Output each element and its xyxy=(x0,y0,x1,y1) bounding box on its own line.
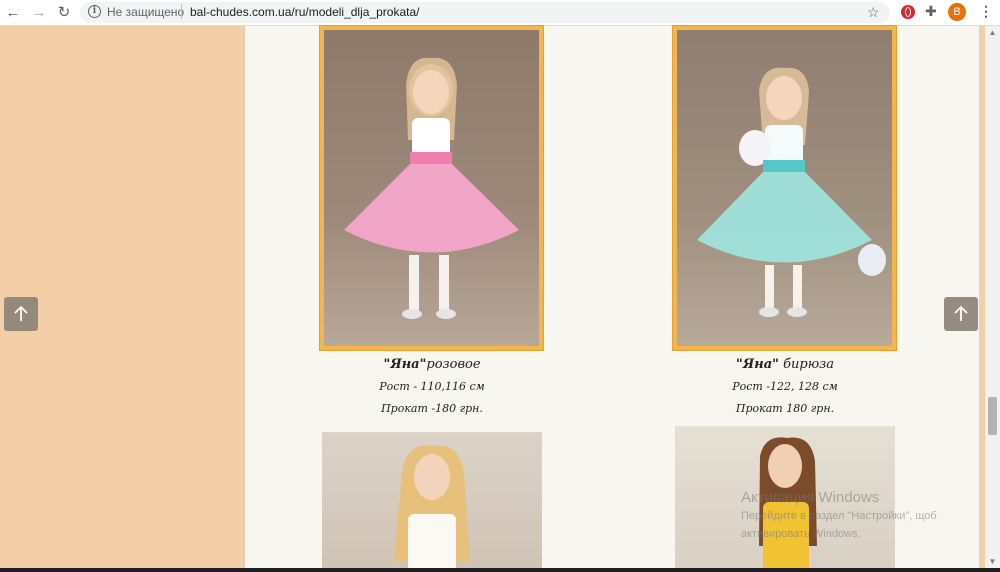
url-text[interactable]: bal-chudes.com.ua/ru/modeli_dlja_prokata… xyxy=(190,5,419,19)
girl-white-dress-image xyxy=(394,445,470,572)
scroll-to-top-button[interactable] xyxy=(4,297,38,331)
star-icon[interactable]: ☆ xyxy=(867,4,880,21)
windows-activation-watermark: Активация Windows Перейдите в раздел "На… xyxy=(741,489,937,542)
product-height: Рост - 110,116 см xyxy=(379,380,485,393)
girl-pink-dress-image xyxy=(344,57,519,319)
back-arrow-icon[interactable]: ← xyxy=(4,3,22,21)
product-price: Прокат 180 грн. xyxy=(735,402,835,415)
watermark-line: активировать Windows. xyxy=(741,528,861,540)
taskbar-edge xyxy=(0,568,1000,572)
product-photo-white-dress[interactable] xyxy=(322,432,542,572)
product-title: "Яна"розовое xyxy=(383,357,481,372)
browser-toolbar: ← → ↻ i Не защищено bal-chudes.com.ua/ru… xyxy=(0,0,1000,26)
scroll-to-top-button[interactable] xyxy=(944,297,978,331)
scrollbar-thumb[interactable] xyxy=(988,397,997,435)
product-height: Рост -122, 128 см xyxy=(732,380,838,393)
product-price: Прокат -180 грн. xyxy=(381,402,483,415)
reload-icon[interactable]: ↻ xyxy=(55,3,73,21)
opera-extension-icon[interactable] xyxy=(901,5,915,19)
product-photo-yana-turquoise[interactable] xyxy=(673,26,896,350)
scroll-down-arrow-icon[interactable]: ▼ xyxy=(987,557,998,566)
arrow-up-icon xyxy=(14,305,28,321)
page-scrollbar[interactable] xyxy=(985,26,1000,572)
product-title: "Яна" бирюза xyxy=(736,357,834,372)
puzzle-icon[interactable]: ✚ xyxy=(925,3,937,20)
info-icon[interactable]: i xyxy=(88,5,101,18)
url-divider xyxy=(181,4,182,19)
girl-turquoise-dress-image xyxy=(697,67,886,317)
scroll-up-arrow-icon[interactable]: ▲ xyxy=(987,28,998,37)
menu-dots-icon[interactable]: ⋮ xyxy=(979,3,993,20)
arrow-up-icon xyxy=(954,305,968,321)
forward-arrow-icon[interactable]: → xyxy=(30,3,48,21)
watermark-line: Перейдите в раздел "Настройки", щоб xyxy=(741,510,937,522)
profile-avatar[interactable]: B xyxy=(948,3,966,21)
product-photo-yana-pink[interactable] xyxy=(320,26,543,350)
watermark-title: Активация Windows xyxy=(741,489,880,506)
security-status[interactable]: Не защищено xyxy=(107,5,184,19)
